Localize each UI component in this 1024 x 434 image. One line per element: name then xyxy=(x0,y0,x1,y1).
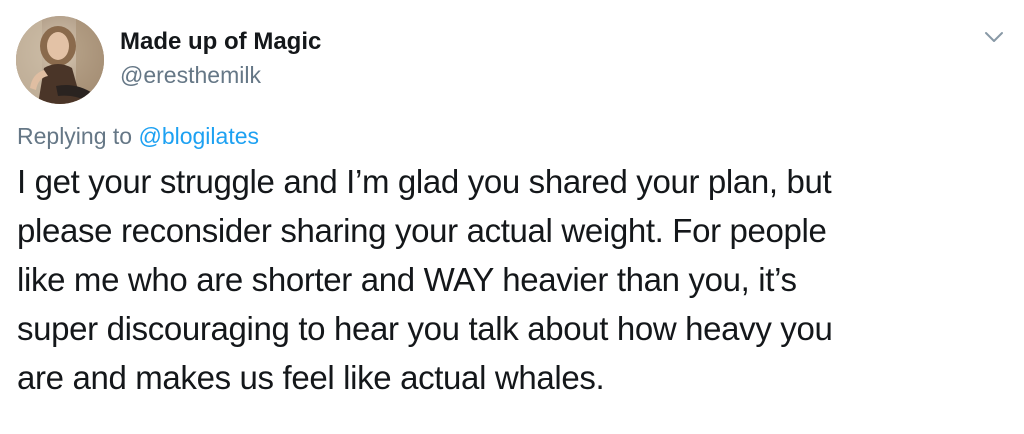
tweet-text-line: please reconsider sharing your actual we… xyxy=(17,212,827,249)
reply-context-label: Replying to xyxy=(17,123,133,149)
chevron-down-icon xyxy=(985,32,1003,42)
author-handle[interactable]: @eresthemilk xyxy=(120,60,261,90)
tweet-text-line: like me who are shorter and WAY heavier … xyxy=(17,261,797,298)
reply-context: Replying to @blogilates xyxy=(17,121,259,151)
tweet-text: I get your struggle and I’m glad you sha… xyxy=(17,157,1017,402)
more-options-button[interactable] xyxy=(980,26,1008,50)
tweet-text-line: I get your struggle and I’m glad you sha… xyxy=(17,163,832,200)
reply-mention-link[interactable]: @blogilates xyxy=(138,123,259,149)
author-display-name[interactable]: Made up of Magic xyxy=(120,27,321,57)
tweet-text-line: super discouraging to hear you talk abou… xyxy=(17,310,833,347)
avatar[interactable] xyxy=(16,16,104,104)
tweet-card: Made up of Magic @eresthemilk Replying t… xyxy=(0,0,1024,434)
avatar-photo-icon xyxy=(16,16,104,104)
tweet-text-line: are and makes us feel like actual whales… xyxy=(17,359,605,396)
